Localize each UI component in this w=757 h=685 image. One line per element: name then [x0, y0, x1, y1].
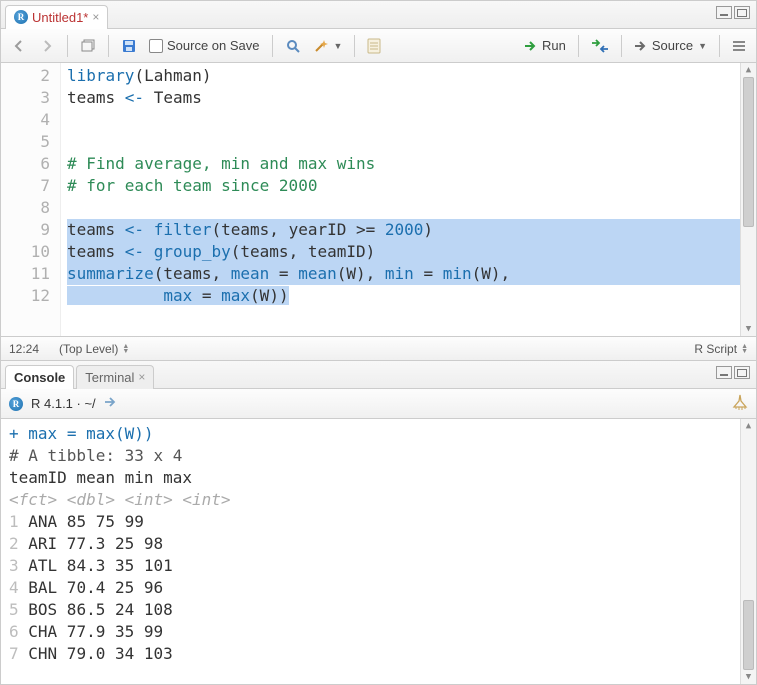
scroll-up-icon[interactable]: ▲ — [741, 63, 756, 77]
minimize-pane-icon[interactable] — [716, 366, 732, 379]
updown-icon: ▲▼ — [741, 344, 748, 354]
scroll-thumb[interactable] — [743, 77, 754, 227]
terminal-tab-label: Terminal — [85, 370, 134, 385]
r-logo-icon: R — [9, 397, 23, 411]
forward-icon[interactable] — [35, 34, 59, 58]
console-output[interactable]: + max = max(W))# A tibble: 33 x 4 teamID… — [1, 419, 756, 684]
language-selector[interactable]: R Script ▲▼ — [694, 342, 748, 356]
scroll-down-icon[interactable]: ▼ — [741, 670, 756, 684]
source-toolbar: Source on Save ▼ Run Source ▼ — [1, 29, 756, 63]
console-prompt-info: R 4.1.1 · ~/ — [31, 396, 96, 411]
history-icon[interactable] — [104, 396, 118, 411]
find-icon[interactable] — [281, 34, 305, 58]
close-icon[interactable]: × — [138, 370, 145, 384]
updown-icon: ▲▼ — [122, 344, 129, 354]
maximize-pane-icon[interactable] — [734, 6, 750, 19]
back-icon[interactable] — [7, 34, 31, 58]
run-label: Run — [542, 38, 566, 53]
tab-console[interactable]: Console — [5, 365, 74, 389]
code-area[interactable]: library(Lahman)teams <- Teams# Find aver… — [61, 63, 756, 336]
outline-icon[interactable] — [728, 34, 750, 58]
source-tabbar: R Untitled1* × — [1, 1, 756, 29]
r-file-icon: R — [14, 10, 28, 24]
show-in-new-window-icon[interactable] — [76, 34, 100, 58]
source-tab-title: Untitled1* — [32, 10, 88, 25]
line-gutter: 23456789101112 — [1, 63, 61, 336]
console-header: R R 4.1.1 · ~/ — [1, 389, 756, 419]
source-label: Source — [652, 38, 693, 53]
cursor-position: 12:24 — [9, 342, 59, 356]
language-label: R Script — [694, 342, 737, 356]
console-scrollbar[interactable]: ▲ ▼ — [740, 419, 756, 684]
console-tabbar: Console Terminal × — [1, 361, 756, 389]
editor-scrollbar[interactable]: ▲ ▼ — [740, 63, 756, 336]
source-on-save-checkbox[interactable]: Source on Save — [145, 34, 264, 58]
source-statusbar: 12:24 (Top Level) ▲▼ R Script ▲▼ — [1, 336, 756, 360]
scope-selector[interactable]: (Top Level) ▲▼ — [59, 342, 129, 356]
wand-icon[interactable]: ▼ — [309, 34, 347, 58]
chevron-down-icon: ▼ — [334, 41, 343, 51]
code-editor[interactable]: 23456789101112 library(Lahman)teams <- T… — [1, 63, 756, 336]
clear-console-icon[interactable] — [732, 394, 748, 413]
close-icon[interactable]: × — [92, 10, 99, 24]
source-on-save-label: Source on Save — [167, 38, 260, 53]
save-icon[interactable] — [117, 34, 141, 58]
re-run-icon[interactable] — [587, 34, 613, 58]
checkbox-icon — [149, 39, 163, 53]
source-tab-untitled1[interactable]: R Untitled1* × — [5, 5, 108, 29]
console-pane: Console Terminal × R R 4.1.1 · ~/ + max … — [1, 361, 756, 684]
source-button[interactable]: Source ▼ — [630, 34, 711, 58]
source-pane: R Untitled1* × Source on — [1, 1, 756, 361]
scroll-up-icon[interactable]: ▲ — [741, 419, 756, 433]
run-button[interactable]: Run — [520, 34, 570, 58]
pane-window-buttons — [716, 366, 750, 379]
maximize-pane-icon[interactable] — [734, 366, 750, 379]
console-tab-label: Console — [14, 370, 65, 385]
tab-terminal[interactable]: Terminal × — [76, 365, 154, 389]
chevron-down-icon: ▼ — [698, 41, 707, 51]
notebook-icon[interactable] — [363, 34, 385, 58]
pane-window-buttons — [716, 6, 750, 19]
minimize-pane-icon[interactable] — [716, 6, 732, 19]
scroll-down-icon[interactable]: ▼ — [741, 322, 756, 336]
scope-label: (Top Level) — [59, 342, 118, 356]
scroll-thumb[interactable] — [743, 600, 754, 670]
